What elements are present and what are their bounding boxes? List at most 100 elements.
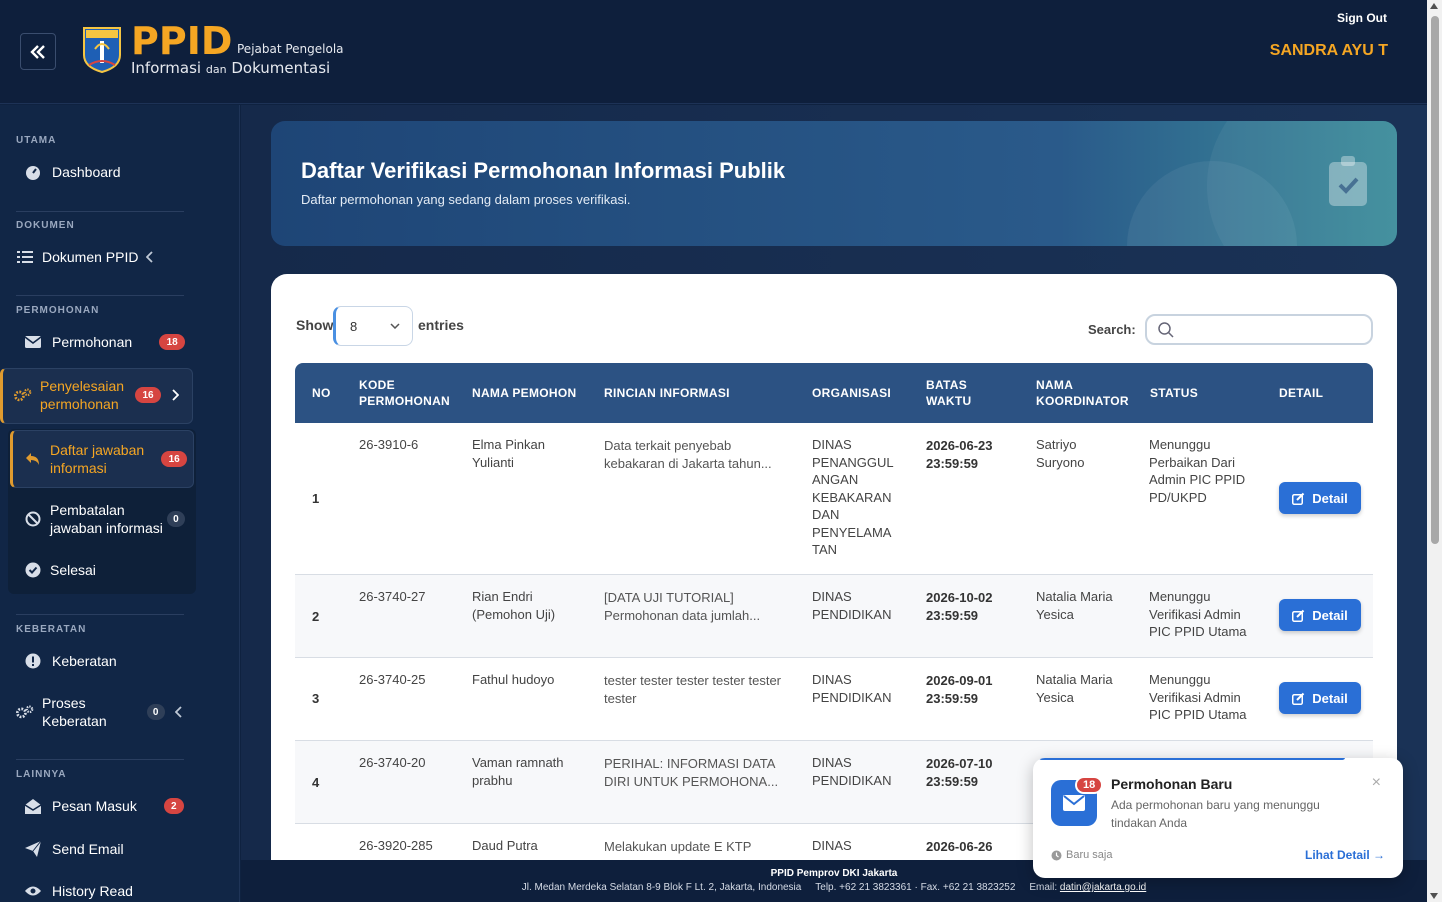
col-header-no[interactable]: NO [312,385,331,401]
page-scrollbar[interactable] [1427,0,1442,902]
cell-line: tester tester tester tester tester [604,673,782,688]
cell-line: Admin PIC PPID [1149,472,1246,487]
eye-icon [24,882,42,900]
cell-line: PENANGGUL [812,454,894,470]
toast-progress-bar [1039,758,1345,760]
sidebar-item-pembatalan-jawaban[interactable]: Pembatalan jawaban informasi 0 [24,501,185,537]
cell-organisasi: DINAS [812,838,852,853]
sidebar-item-dokumen-ppid[interactable]: Dokumen PPID [16,248,154,266]
cell-line: 2026-09-01 [926,673,993,688]
cell-line: Data terkait penyebab [604,438,732,453]
exclamation-circle-icon [24,652,42,670]
col-header-batas-waktu[interactable]: BATAS WAKTU [926,377,972,409]
col-header-detail[interactable]: DETAIL [1279,385,1323,401]
cell-nama: Elma Pinkan Yulianti [472,436,545,471]
page-banner: Daftar Verifikasi Permohonan Informasi P… [271,121,1397,246]
entries-per-page-select[interactable]: 8 [333,306,413,346]
sidebar-collapse-button[interactable] [20,33,56,70]
scroll-thumb[interactable] [1431,16,1439,544]
scroll-down-arrow-icon[interactable] [1430,893,1438,899]
cell-line: Rian Endri [472,589,533,604]
user-name: SANDRA AYU T [1269,42,1388,59]
col-header-kode[interactable]: KODE PERMOHONAN [359,377,450,409]
show-label: Show [296,317,334,333]
table-row: 3 26-3740-25 Fathul hudoyo tester tester… [295,658,1373,741]
sidebar-item-label: Dokumen PPID [42,249,139,265]
chevron-left-icon [174,706,182,718]
cell-nama: Rian Endri (Pemohon Uji) [472,588,555,623]
cell-line: 2026-10-02 [926,590,993,605]
notification-toast: 18 Permohonan Baru Ada permohonan baru y… [1033,758,1403,878]
header-line: KOORDINATOR [1036,394,1129,408]
sidebar-item-daftar-content[interactable]: Daftar jawaban informasi 16 [24,441,188,477]
footer-email-label: Email: [1029,882,1058,893]
cell-line: Vaman ramnath [472,755,564,770]
cell-line: PIC PPID Utama [1149,707,1247,722]
cell-no: 4 [312,775,320,790]
reply-arrow-icon [24,450,42,468]
cell-rincian: Melakukan update E KTP [604,839,752,854]
divider [16,211,184,212]
sidebar-item-label: Pesan Masuk [52,798,137,814]
cell-line: PD/UKPD [1149,489,1207,505]
logo-word-dan: dan [205,63,227,76]
sidebar-item-dashboard[interactable]: Dashboard [24,163,121,181]
sidebar-item-history-read[interactable]: History Read [24,882,133,900]
cell-line: TAN [812,542,838,557]
divider [16,295,184,296]
entries-label: entries [418,317,464,333]
cell-line: Elma Pinkan [472,437,545,452]
envelope-open-icon [24,797,42,815]
col-header-status[interactable]: STATUS [1150,385,1198,401]
col-header-organisasi[interactable]: ORGANISASI [812,385,891,401]
sidebar-item-keberatan[interactable]: Keberatan [24,652,117,670]
sidebar-item-send-email[interactable]: Send Email [24,840,124,858]
toast-detail-link[interactable]: Lihat Detail → [1305,848,1385,862]
cell-rincian: tester tester tester tester tester tester [604,672,781,707]
search-input[interactable] [1145,314,1373,345]
col-header-nama[interactable]: NAMA PEMOHON [472,385,577,401]
envelope-icon [24,333,42,351]
sidebar-item-proses-keberatan[interactable]: Proses Keberatan 0 [16,694,183,730]
cell-line: Permohonan data jumlah... [604,607,761,623]
cell-line: KEBAKARAN [812,489,892,505]
sidebar-item-selesai[interactable]: Selesai [24,561,96,579]
cell-nama: Vaman ramnath prabhu [472,754,564,789]
detail-button[interactable]: Detail [1279,682,1361,714]
label-line-2: jawaban informasi [50,520,163,536]
detail-button[interactable]: Detail [1279,482,1361,514]
pembatalan-count-badge: 0 [166,511,185,527]
sidebar-item-permohonan[interactable]: Permohonan 18 [24,333,186,351]
cell-organisasi: DINAS PENANGGUL ANGAN KEBAKARAN DAN PENYELAMA… [812,436,894,559]
footer-email-link[interactable]: datin@jakarta.go.id [1060,882,1146,893]
cell-status: Menunggu Verifikasi Admin PIC PPID Utama [1149,671,1247,724]
search-label: Search: [1088,322,1136,337]
sidebar-item-pesan-masuk[interactable]: Pesan Masuk 2 [24,797,184,815]
cell-line: prabhu [472,772,513,788]
col-header-rincian[interactable]: RINCIAN INFORMASI [604,385,730,401]
cell-batas-waktu: 2026-07-10 23:59:59 [926,755,993,790]
sidebar-item-label: Pembatalan jawaban informasi [50,501,163,537]
table-row: 1 26-3910-6 Elma Pinkan Yulianti Data ter… [295,423,1373,575]
dashboard-gauge-icon [24,163,42,181]
logo-word-informasi: Informasi [131,59,202,77]
sign-out-link[interactable]: Sign Out [1337,11,1387,25]
section-label-keberatan: KEBERATAN [16,624,87,635]
toast-close-icon[interactable]: × [1372,774,1381,792]
cell-no: 1 [312,491,320,506]
label-line-2: informasi [50,460,107,476]
penyelesaian-count-badge: 16 [135,387,162,403]
edit-icon [1292,492,1305,505]
scroll-up-arrow-icon[interactable] [1430,3,1438,9]
detail-button[interactable]: Detail [1279,599,1361,631]
entries-selected-value: 8 [350,318,358,334]
sidebar-item-penyelesaian-content[interactable]: Penyelesaian permohonan 16 [14,377,180,413]
permohonan-count-badge: 18 [159,334,186,350]
label-line-2: permohonan [40,396,119,412]
table-row: 2 26-3740-27 Rian Endri (Pemohon Uji) [DA… [295,575,1373,658]
label-line-2: Keberatan [42,713,107,729]
footer-address: Jl. Medan Merdeka Selatan 8-9 Blok F Lt.… [521,882,802,893]
sidebar-item-label: Daftar jawaban informasi [50,441,144,477]
col-header-koordinator[interactable]: NAMA KOORDINATOR [1036,377,1129,409]
section-label-lainnya: LAINNYA [16,769,67,780]
